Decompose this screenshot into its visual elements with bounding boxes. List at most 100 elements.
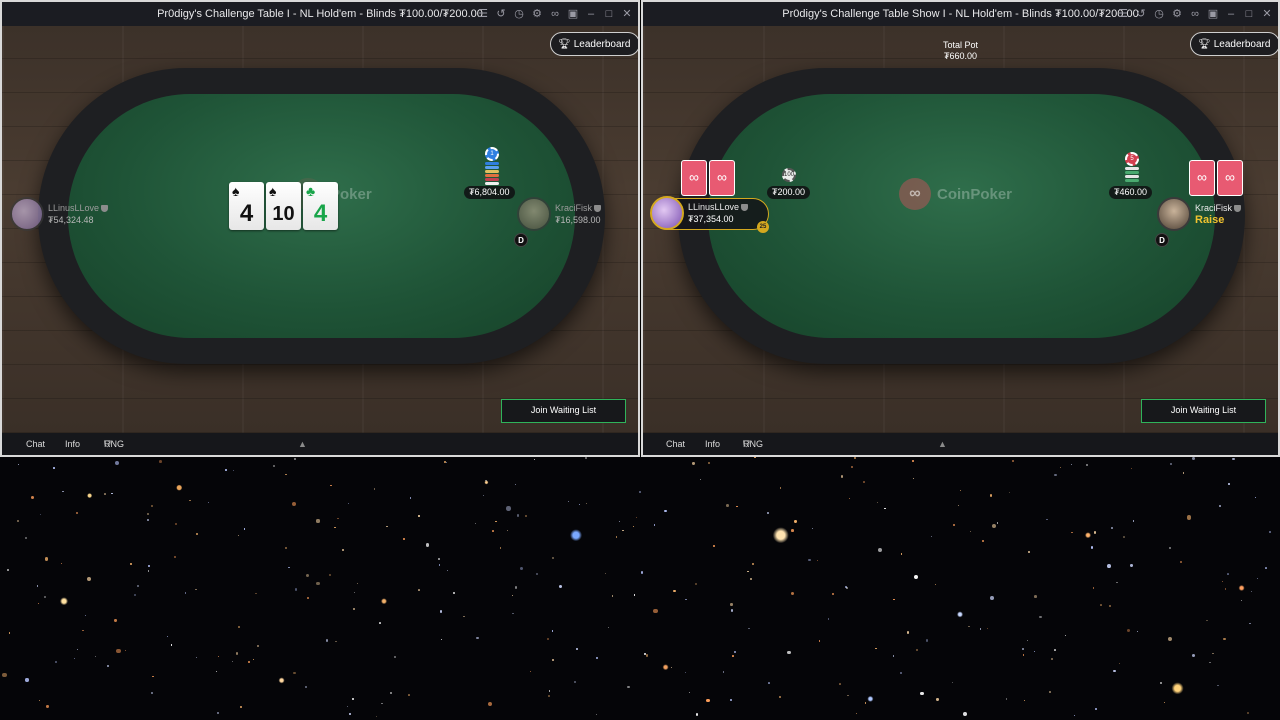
galaxy-dot [585,456,587,459]
player-name: LLinusLLove [688,202,740,212]
minimize-icon[interactable]: – [584,7,598,21]
turn-timer-badge: 25 [757,221,769,233]
galaxy-dot [962,712,967,716]
avatar [517,197,551,231]
galaxy-dot [730,609,734,612]
menu-icon[interactable]: ☰ [476,7,490,21]
history-icon[interactable]: ↺ [1134,7,1148,21]
galaxy-dot [1168,546,1171,550]
galaxy-dot [791,529,794,533]
galaxy-dot [1111,527,1114,530]
galaxy-dot [38,699,40,701]
chevron-up-icon[interactable]: ▲ [938,433,947,455]
galaxy-dot [304,685,307,689]
galaxy-dot [1163,701,1165,703]
galaxy-dot [1187,515,1192,520]
menu-icon[interactable]: ☰ [1116,7,1130,21]
galaxy-dot [1027,550,1031,554]
chat-tab[interactable]: Chat [666,433,685,455]
close-icon[interactable]: ✕ [1260,7,1274,21]
info-tab[interactable]: Info [65,433,80,455]
maximize-icon[interactable]: □ [602,7,616,21]
right-table-watermark: ∞ CoinPoker [899,178,1012,210]
galaxy-dot [695,713,698,716]
galaxy-dot [605,573,607,575]
galaxy-dot [1136,630,1139,633]
left-window-title: Pr0digy's Challenge Table I - NL Hold'em… [157,8,483,20]
rng-label: RNG [104,439,124,449]
chevron-up-icon[interactable]: ▲ [298,433,307,455]
galaxy-dot [445,461,448,464]
galaxy-dot [839,683,841,685]
galaxy-dot [1005,698,1007,700]
galaxy-dot [1095,707,1098,710]
galaxy-dot [425,543,430,547]
settings-icon[interactable]: ⚙ [530,7,544,21]
galaxy-dot [37,602,40,605]
tile-icon[interactable]: ▣ [1206,7,1220,21]
join-waiting-list-button[interactable]: Join Waiting List [501,399,626,423]
tile-icon[interactable]: ▣ [566,7,580,21]
galaxy-dot [353,591,355,594]
galaxy-dot [685,671,687,674]
galaxy-dot [692,462,695,465]
galaxy-dot [876,501,879,504]
player-seat-left[interactable]: LLinusLLove ₮54,324.48 [10,197,109,231]
dealer-button: D [1155,233,1169,247]
settings-icon[interactable]: ⚙ [1170,7,1184,21]
player-name: KraciFisk [1195,203,1233,213]
galaxy-dot [124,649,127,652]
link-icon[interactable]: ∞ [548,7,562,21]
galaxy-dot [506,506,511,511]
galaxy-dot [215,671,217,673]
chat-tab[interactable]: Chat [26,433,45,455]
galaxy-dot [853,456,857,459]
galaxy-dot [55,660,57,663]
join-waiting-list-button[interactable]: Join Waiting List [1141,399,1266,423]
galaxy-dot [767,511,770,514]
galaxy-dot [1123,536,1125,538]
right-window-controls: ☰ ↺ ◷ ⚙ ∞ ▣ – □ ✕ [1116,2,1274,26]
galaxy-dot [224,469,227,471]
right-leaderboard-button[interactable]: 🏆︎ Leaderboard [1190,32,1278,56]
galaxy-dot [850,465,854,469]
link-icon[interactable]: ∞ [1188,7,1202,21]
galaxy-dot [712,545,715,548]
galaxy-dot [146,513,149,516]
galaxy-dot [960,489,962,491]
galaxy-dot [1227,572,1229,575]
rng-label: RNG [743,439,763,449]
card-rank: 10 [272,203,295,225]
galaxy-dot [233,469,235,471]
close-icon[interactable]: ✕ [620,7,634,21]
galaxy-dot [316,519,320,523]
galaxy-dot [485,479,487,482]
galaxy-dot [133,594,136,597]
history-icon[interactable]: ↺ [494,7,508,21]
galaxy-dot [1071,531,1073,534]
galaxy-dot [87,577,92,582]
player-seat-right[interactable]: KraciFisk Raise [1157,197,1242,231]
galaxy-dot [499,546,502,549]
minimize-icon[interactable]: – [1224,7,1238,21]
player-seat-left[interactable]: LLinusLLove ₮37,354.00 [650,196,749,230]
left-leaderboard-button[interactable]: 🏆︎ Leaderboard [550,32,638,56]
galaxy-dot [990,596,994,601]
galaxy-dot [627,685,630,689]
clock-icon[interactable]: ◷ [1152,7,1166,21]
right-table-window: Pr0digy's Challenge Table Show I - NL Ho… [641,0,1280,457]
clock-icon[interactable]: ◷ [512,7,526,21]
galaxy-dot [530,670,532,673]
galaxy-dot [831,593,834,596]
galaxy-dot [446,570,448,572]
galaxy-dot [1170,463,1173,466]
galaxy-dot [94,655,97,658]
maximize-icon[interactable]: □ [1242,7,1256,21]
galaxy-dot [152,675,154,677]
galaxy-dot [116,649,121,654]
galaxy-dot [77,648,79,650]
galaxy-dot [329,574,332,577]
info-tab[interactable]: Info [705,433,720,455]
leaderboard-label: Leaderboard [573,38,631,50]
player-seat-right[interactable]: KraciFisk ₮16,598.00 [517,197,602,231]
